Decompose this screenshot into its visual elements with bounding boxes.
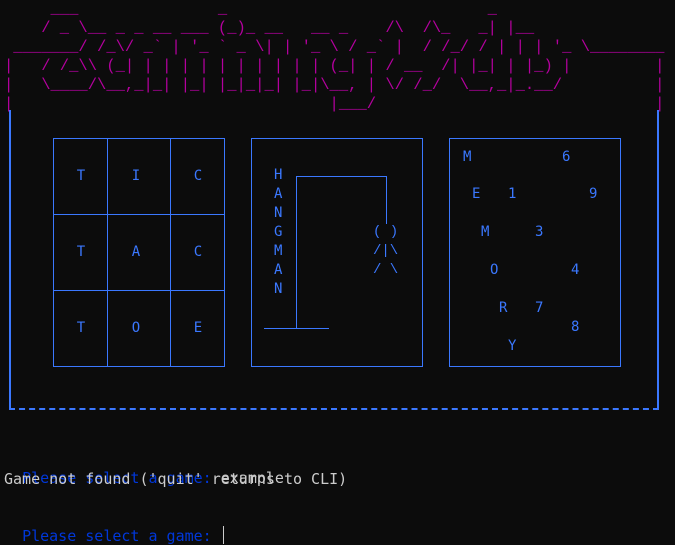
memory-char: 1 [508,186,517,202]
hangman-letter: A [274,186,283,202]
hanged-figure: ( ) /|\ / \ [373,224,399,278]
hangman-letter: N [274,205,283,221]
memory-char: M [481,224,490,240]
grid-line [170,139,171,366]
grid-line [107,139,108,366]
memory-char: 4 [571,262,580,278]
memory-panel: M 6 E 1 9 M 3 O 4 R 7 8 Y [449,138,621,367]
hangman-letter: A [274,262,283,278]
hangman-letter: N [274,281,283,297]
memory-char: 6 [562,149,571,165]
ttt-cell: T [76,168,86,184]
hangman-letter: H [274,167,283,183]
grid-line [54,290,224,291]
memory-char: 7 [535,300,544,316]
hangman-panel: H A N G M A N ( ) /|\ / \ [251,138,423,367]
ttt-cell: C [193,168,203,184]
memory-char: 8 [571,319,580,335]
terminal-input-line[interactable]: Please select a game: [4,508,224,545]
ttt-cell: E [193,320,203,336]
text-cursor[interactable] [222,526,224,544]
ttt-cell: T [76,244,86,260]
memory-char: E [472,186,481,202]
error-message: Game not found ('quit' returns to CLI) [4,470,348,488]
game-prompt: Please select a game: [22,527,221,545]
memory-char: R [499,300,508,316]
hangman-letter: G [274,224,283,240]
memory-char: 9 [589,186,598,202]
memory-char: 3 [535,224,544,240]
memory-char: O [490,262,499,278]
frame-right-border [657,110,659,408]
hangman-letter: M [274,243,283,259]
ttt-cell: A [131,244,141,260]
gallows-rope [386,176,387,224]
tictactoe-panel: T I C T A C T O E [53,138,225,367]
memory-char: M [463,149,472,165]
ttt-cell: I [131,168,141,184]
ttt-cell: O [131,320,141,336]
gallows-base [264,328,329,329]
grid-line [54,214,224,215]
ttt-cell: T [76,320,86,336]
memory-char: Y [508,338,517,354]
frame-left-border [9,110,11,408]
ttt-cell: C [193,244,203,260]
frame-bottom-border [9,408,659,410]
ascii-banner: ___ _ _ / _ \__ _ _ __ ___ (_)_ __ __ _ … [4,0,665,113]
